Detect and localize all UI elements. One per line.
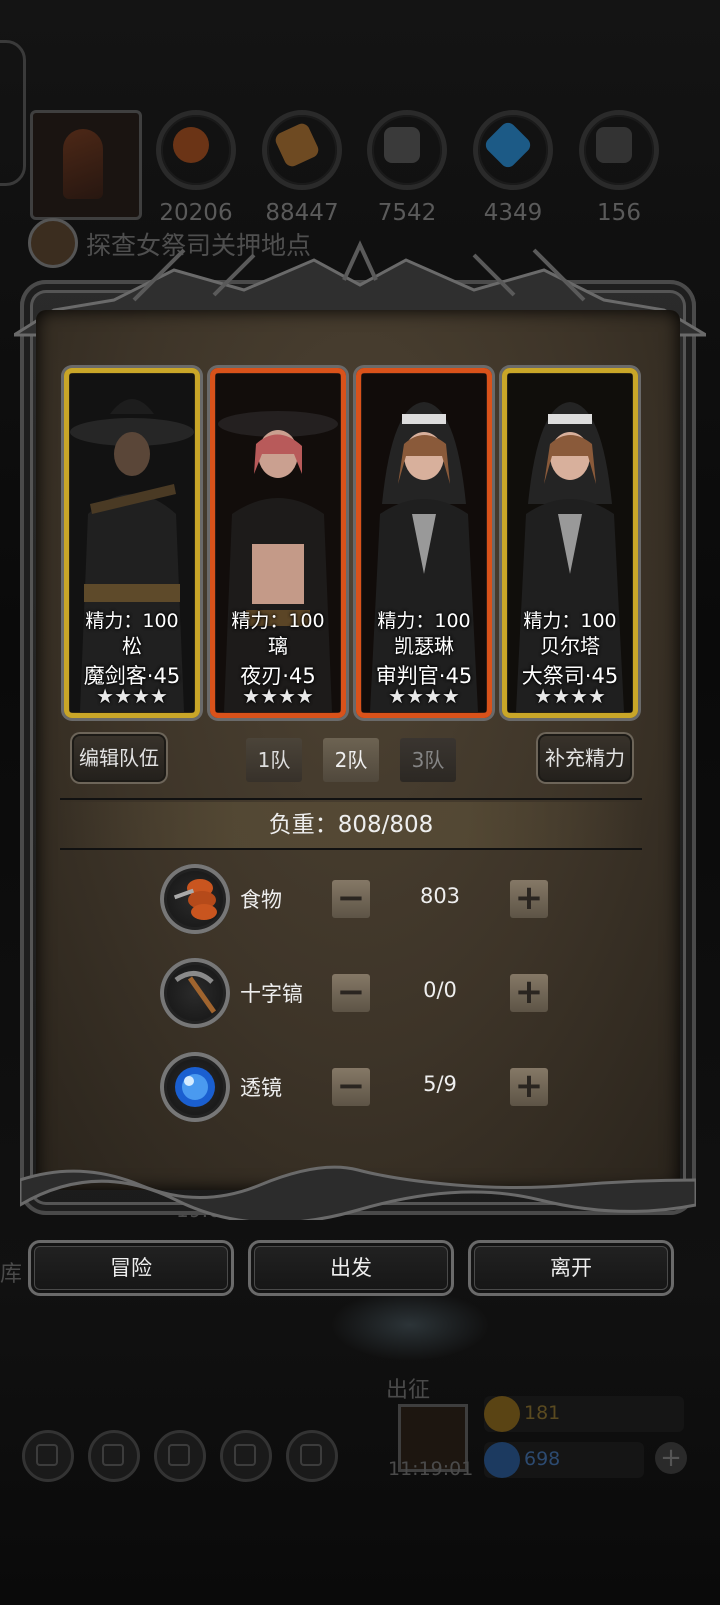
meat-icon — [156, 110, 236, 190]
increase-button[interactable]: + — [510, 1068, 548, 1106]
gold-icon — [484, 1396, 520, 1432]
supply-row-lens: 透镜 − 5/9 + — [160, 1052, 560, 1124]
depart-button[interactable]: 出发 — [248, 1240, 454, 1296]
wood-icon — [262, 110, 342, 190]
carry-weight: 负重：808/808 — [60, 802, 642, 848]
nav-gear-icon[interactable] — [22, 1430, 74, 1482]
divider — [60, 798, 642, 800]
hero-card[interactable]: 精力：100 松 魔剑客·45 ★★★★ — [64, 368, 200, 718]
hero-stars: ★★★★ — [96, 684, 168, 708]
divider — [60, 848, 642, 850]
hero-stamina: 精力：100 — [85, 610, 179, 632]
expedition-timer: 11:19:01 — [388, 1458, 474, 1480]
supply-row-food: 食物 − 803 + — [160, 864, 560, 936]
hero-stars: ★★★★ — [388, 684, 460, 708]
resource-iron: 7542 — [367, 110, 447, 226]
bottom-ornament — [20, 1165, 696, 1220]
lens-icon — [160, 1052, 230, 1122]
edit-team-button[interactable]: 编辑队伍 — [70, 732, 168, 784]
resource-value: 20206 — [159, 200, 233, 226]
resource-ingot: 156 — [579, 110, 659, 226]
supply-label: 十字镐 — [240, 982, 303, 1006]
gem-counter: 698 — [484, 1442, 644, 1478]
nav-box-icon[interactable] — [286, 1430, 338, 1482]
leave-button[interactable]: 离开 — [468, 1240, 674, 1296]
ingot-icon — [579, 110, 659, 190]
gem-value: 698 — [524, 1448, 561, 1470]
resource-value: 4349 — [483, 200, 543, 226]
nav-book-icon[interactable] — [154, 1430, 206, 1482]
nav-mail-icon[interactable] — [220, 1430, 272, 1482]
add-currency-button[interactable]: + — [655, 1442, 687, 1474]
adventure-button[interactable]: 冒险 — [28, 1240, 234, 1296]
player-avatar[interactable] — [30, 110, 142, 220]
tab-team-3[interactable]: 3队 — [400, 738, 456, 782]
crystal-icon — [473, 110, 553, 190]
hero-name: 璃 — [268, 634, 288, 658]
nav-star-icon[interactable] — [88, 1430, 140, 1482]
hero-name: 松 — [122, 634, 142, 658]
hero-stamina: 精力：100 — [523, 610, 617, 632]
supply-quantity: 5/9 — [423, 1072, 457, 1096]
refill-stamina-button[interactable]: 补充精力 — [536, 732, 634, 784]
hero-stars: ★★★★ — [242, 684, 314, 708]
supply-row-pickaxe: 十字镐 − 0/0 + — [160, 958, 560, 1030]
decrease-button[interactable]: − — [332, 1068, 370, 1106]
supply-quantity: 803 — [419, 884, 461, 908]
hero-name: 凯瑟琳 — [394, 634, 454, 658]
food-icon — [160, 864, 230, 934]
tab-team-2[interactable]: 2队 — [323, 738, 379, 782]
supply-label: 透镜 — [240, 1076, 282, 1100]
pickaxe-icon — [160, 958, 230, 1028]
hero-card[interactable]: 精力：100 凯瑟琳 审判官·45 ★★★★ — [356, 368, 492, 718]
hero-stamina: 精力：100 — [377, 610, 471, 632]
resource-wood: 88447 — [262, 110, 342, 226]
increase-button[interactable]: + — [510, 880, 548, 918]
resource-value: 7542 — [377, 200, 437, 226]
expedition-label: 出征 — [386, 1378, 431, 1403]
tab-team-1[interactable]: 1队 — [246, 738, 302, 782]
iron-icon — [367, 110, 447, 190]
increase-button[interactable]: + — [510, 974, 548, 1012]
supply-label: 食物 — [240, 888, 282, 912]
gold-value: 181 — [524, 1402, 561, 1424]
resource-meat: 20206 — [156, 110, 236, 226]
decrease-button[interactable]: − — [332, 880, 370, 918]
hero-stamina: 精力：100 — [231, 610, 325, 632]
resource-crystal: 4349 — [473, 110, 553, 226]
portal-pedestal — [332, 1290, 488, 1360]
side-label: 库 — [0, 1262, 23, 1287]
gold-counter: 181 — [484, 1396, 684, 1432]
hero-name: 贝尔塔 — [540, 634, 600, 658]
hero-card[interactable]: 精力：100 贝尔塔 大祭司·45 ★★★★ — [502, 368, 638, 718]
hero-card[interactable]: 精力：100 璃 夜刃·45 ★★★★ — [210, 368, 346, 718]
resource-value: 156 — [597, 200, 641, 226]
decrease-button[interactable]: − — [332, 974, 370, 1012]
gem-icon — [484, 1442, 520, 1478]
supply-quantity: 0/0 — [423, 978, 457, 1002]
resource-value: 88447 — [265, 200, 339, 226]
hero-stars: ★★★★ — [534, 684, 606, 708]
side-menu-tab[interactable] — [0, 40, 26, 186]
